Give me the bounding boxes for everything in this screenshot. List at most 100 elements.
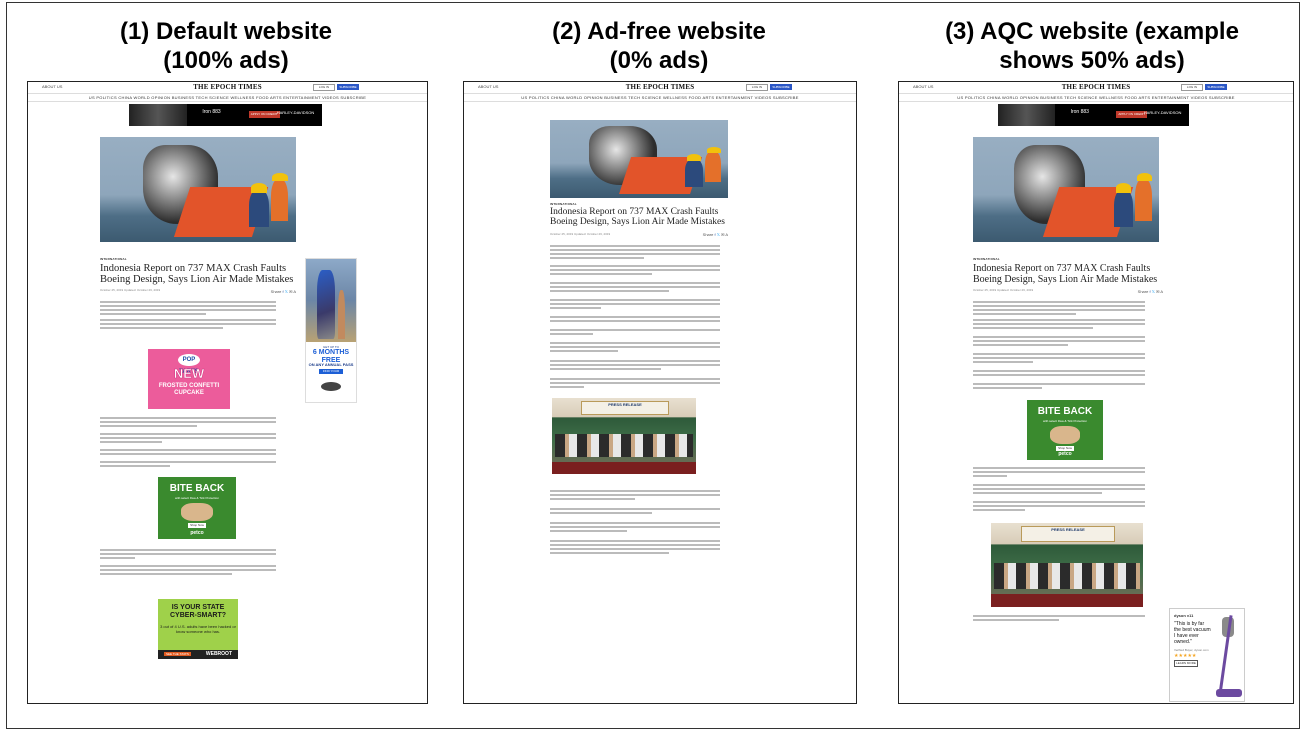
ad-cta[interactable]: LEARN MORE <box>1174 660 1198 667</box>
subscribe-button[interactable]: SUBSCRIBE <box>770 84 792 90</box>
ad-headline: NEW <box>173 366 205 382</box>
photo-worker <box>685 159 704 188</box>
login-button[interactable]: LOG IN <box>1181 84 1203 91</box>
article-kicker[interactable]: INTERNATIONAL <box>973 257 1000 261</box>
panel-aqc: (3) AQC website (example shows 50% ads) … <box>886 0 1298 731</box>
photo-hardhat <box>1116 183 1132 193</box>
ad-webroot[interactable]: IS YOUR STATE CYBER-SMART? 3 out of 4 U.… <box>158 599 238 659</box>
ad-brand: POP TARTS <box>178 354 200 375</box>
ad-quote: "This is by far the best vacuum I have e… <box>1174 621 1211 645</box>
subscribe-button[interactable]: SUBSCRIBE <box>337 84 359 90</box>
article-kicker[interactable]: INTERNATIONAL <box>100 257 127 261</box>
login-button[interactable]: LOG IN <box>746 84 768 91</box>
press-table <box>991 593 1143 607</box>
site-logo[interactable]: THE EPOCH TIMES <box>28 83 427 91</box>
email-icon[interactable]: ✉ <box>289 289 292 294</box>
dog-image <box>1049 426 1081 444</box>
site-nav[interactable]: US POLITICS CHINA WORLD OPINION BUSINESS… <box>28 93 427 102</box>
article-paragraph <box>973 615 1145 637</box>
facebook-icon[interactable]: f <box>282 289 283 294</box>
panel-default: (1) Default website (100% ads) ABOUT US … <box>20 0 432 731</box>
site-nav[interactable]: US POLITICS CHINA WORLD OPINION BUSINESS… <box>899 93 1293 102</box>
heading-line-1: (3) AQC website (example <box>945 18 1239 45</box>
ad-petco[interactable]: BITE BACK with select Flea & Tick Protec… <box>158 477 236 539</box>
motorcycle-image <box>129 104 187 126</box>
ad-brand: WEBROOT <box>205 651 232 657</box>
article: INTERNATIONAL Indonesia Report on 737 MA… <box>100 137 296 702</box>
site-topbar: ABOUT US THE EPOCH TIMES LOG IN SUBSCRIB… <box>28 82 427 91</box>
share-label: Share <box>1137 289 1149 294</box>
banner-ad-text: Iron 883 <box>202 109 221 115</box>
article-title: Indonesia Report on 737 MAX Crash Faults… <box>100 263 294 285</box>
press-people <box>554 434 694 458</box>
share-bar[interactable]: Share f 𝕏 ✉ A <box>1138 289 1163 294</box>
ad-brand: dyson v11 <box>1174 613 1194 618</box>
article-paragraph <box>100 565 276 587</box>
article-title: Indonesia Report on 737 MAX Crash Faults… <box>973 263 1158 285</box>
ad-brand: petco <box>190 530 204 536</box>
ad-text: FROSTED CONFETTI CUPCAKE <box>158 383 220 396</box>
article-photo <box>100 137 296 242</box>
banner-ad-cta[interactable]: APPLY ON CREDIT <box>1116 111 1147 118</box>
press-banner: PRESS RELEASE <box>580 401 670 416</box>
article-paragraph <box>550 540 720 562</box>
panel-ad-free: (2) Ad-free website (0% ads) ABOUT US TH… <box>453 0 865 731</box>
press-conference-photo: PRESS RELEASE <box>552 398 696 474</box>
panel-heading: (1) Default website (100% ads) <box>20 17 432 75</box>
panel-heading: (3) AQC website (example shows 50% ads) <box>886 17 1298 75</box>
font-size-icon[interactable]: A <box>725 232 728 237</box>
facebook-icon[interactable]: f <box>1149 289 1150 294</box>
photo-worker <box>1114 189 1133 228</box>
font-size-icon[interactable]: A <box>1160 289 1163 294</box>
banner-ad[interactable]: Iron 883 APPLY ON CREDIT HARLEY-DAVIDSON <box>998 104 1189 126</box>
motorcycle-image <box>998 104 1056 126</box>
photo-hardhat <box>706 146 721 153</box>
ad-logo <box>321 381 341 391</box>
ad-cta[interactable]: FIND YOUR PASS <box>319 369 343 378</box>
photo-worker <box>248 189 269 228</box>
ad-dyson[interactable]: dyson v11 "This is by far the best vacuu… <box>1169 608 1245 702</box>
site-logo[interactable]: THE EPOCH TIMES <box>899 83 1293 91</box>
share-label: Share <box>270 289 282 294</box>
ad-headline: BITE BACK <box>169 483 225 494</box>
email-icon[interactable]: ✉ <box>721 232 724 237</box>
press-people <box>994 563 1140 589</box>
rating-stars: ★★★★★ <box>1174 653 1197 659</box>
ad-brand: petco <box>1058 451 1072 457</box>
subscribe-button[interactable]: SUBSCRIBE <box>1205 84 1227 90</box>
heading-line-2: shows 50% ads) <box>999 47 1185 74</box>
share-bar[interactable]: Share f 𝕏 ✉ A <box>703 232 728 237</box>
banner-ad[interactable]: Iron 883 APPLY ON CREDIT HARLEY-DAVIDSON <box>129 104 322 126</box>
ad-pop-tarts[interactable]: POP TARTS NEW FROSTED CONFETTI CUPCAKE <box>148 349 230 409</box>
ad-petco[interactable]: BITE BACK with select Flea & Tick Protec… <box>1027 400 1103 460</box>
press-banner: PRESS RELEASE <box>1021 526 1115 542</box>
article-paragraph <box>550 378 720 400</box>
article-photo <box>973 137 1159 242</box>
facebook-icon[interactable]: f <box>714 232 715 237</box>
ad-cta[interactable]: Shop Now <box>187 523 207 528</box>
dog-image <box>181 503 213 521</box>
ad-source: Verified Buyer, dyson.com <box>1174 648 1209 652</box>
font-size-icon[interactable]: A <box>293 289 296 294</box>
article-kicker[interactable]: INTERNATIONAL <box>550 202 577 206</box>
ad-cta[interactable]: SEE THE STATS <box>164 652 191 656</box>
banner-ad-cta[interactable]: APPLY ON CREDIT <box>248 111 280 118</box>
site-logo[interactable]: THE EPOCH TIMES <box>464 83 856 91</box>
email-icon[interactable]: ✉ <box>1156 289 1159 294</box>
ad-body: 3 out of 4 U.S. adults have been hacked … <box>160 624 236 634</box>
photo-hardhat <box>250 183 267 193</box>
photo-hardhat <box>687 154 702 162</box>
twitter-icon[interactable]: 𝕏 <box>1152 289 1155 294</box>
article: INTERNATIONAL Indonesia Report on 737 MA… <box>550 120 728 700</box>
robot-figure <box>317 270 335 340</box>
ad-subtext: with select Flea & Tick Protection <box>174 496 220 500</box>
heading-line-2: (100% ads) <box>163 47 289 74</box>
heading-line-2: (0% ads) <box>609 47 709 74</box>
person-figure <box>338 290 345 340</box>
share-bar[interactable]: Share f 𝕏 ✉ A <box>271 289 296 294</box>
site-nav[interactable]: US POLITICS CHINA WORLD OPINION BUSINESS… <box>464 93 856 102</box>
ad-universal[interactable]: GET UP TO 6 MONTHS FREE ON ANY ANNUAL PA… <box>305 258 357 403</box>
login-button[interactable]: LOG IN <box>313 84 335 91</box>
twitter-icon[interactable]: 𝕏 <box>717 232 720 237</box>
twitter-icon[interactable]: 𝕏 <box>285 289 288 294</box>
